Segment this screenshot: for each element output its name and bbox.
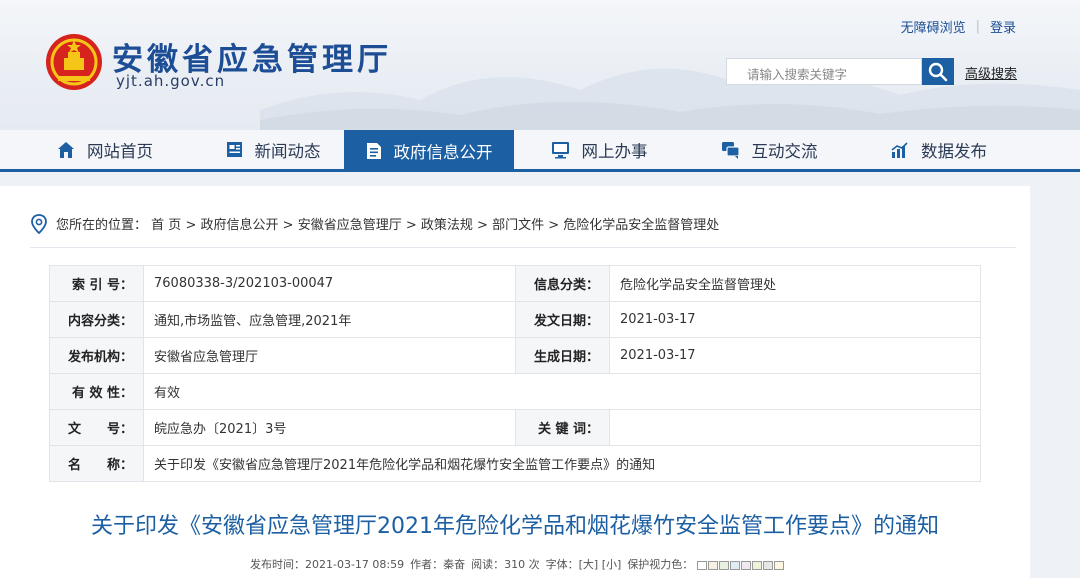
eye-care-swatch[interactable] — [696, 560, 707, 570]
breadcrumb-separator: > — [477, 218, 488, 233]
document-title: 关于印发《安徽省应急管理厅2021年危险化学品和烟花爆竹安全监管工作要点》的通知 — [91, 514, 939, 539]
eye-care-swatch[interactable] — [707, 560, 718, 570]
search-input[interactable]: 请输入搜索关键字 — [726, 58, 922, 85]
nav-item-label: 政府信息公开 — [393, 143, 493, 162]
eye-care-swatch[interactable] — [740, 560, 751, 570]
nav-item-news[interactable]: 新闻动态 — [188, 130, 358, 169]
breadcrumb: 您所在的位置： 首 页 > 政府信息公开 > 安徽省应急管理厅 > 政策法规 >… — [30, 200, 1016, 248]
eye-care-swatch[interactable] — [773, 560, 784, 570]
home-icon — [58, 141, 74, 158]
keywords-value — [609, 409, 981, 446]
font-small-button[interactable]: [小] — [602, 558, 622, 571]
eye-care-swatch[interactable] — [718, 560, 729, 570]
advanced-search-link[interactable]: 高级搜索 — [965, 63, 1017, 82]
nav-item-label: 网站首页 — [87, 141, 153, 161]
eye-care-label: 保护视力色： — [627, 558, 694, 571]
top-links: 无障碍浏览 | 登录 — [901, 17, 1016, 36]
breadcrumb-separator: > — [405, 218, 417, 233]
top-link-separator: | — [975, 19, 980, 34]
breadcrumb-separator: > — [185, 218, 197, 233]
breadcrumb-item-policy[interactable]: 政策法规 — [421, 218, 473, 233]
document-name-value: 关于印发《安徽省应急管理厅2021年危险化学品和烟花爆竹安全监管工作要点》的通知 — [143, 445, 981, 482]
keywords-label: 关 键 词： — [515, 409, 610, 446]
nav-item-online-services[interactable]: 网上办事 — [514, 130, 684, 169]
main-nav: 网站首页 新闻动态 政府信息公开 网上办事 互动交流 数据发布 — [0, 130, 1080, 172]
search-button[interactable] — [922, 58, 954, 85]
main-content: 您所在的位置： 首 页 > 政府信息公开 > 安徽省应急管理厅 > 政策法规 >… — [0, 186, 1030, 578]
author: 作者：秦奋 — [410, 558, 466, 571]
table-row: 索 引 号： 76080338-3/202103-00047 信息分类： 危险化… — [49, 265, 981, 302]
category-label: 信息分类： — [515, 265, 610, 302]
validity-label: 有 效 性： — [49, 373, 144, 410]
table-row: 名 称： 关于印发《安徽省应急管理厅2021年危险化学品和烟花爆竹安全监管工作要… — [49, 445, 981, 482]
breadcrumb-item-department[interactable]: 安徽省应急管理厅 — [298, 218, 402, 233]
index-value: 76080338-3/202103-00047 — [143, 265, 516, 302]
font-large-button[interactable]: [大] — [579, 558, 599, 571]
document-meta-table: 索 引 号： 76080338-3/202103-00047 信息分类： 危险化… — [49, 265, 981, 482]
publisher-label: 发布机构： — [49, 337, 144, 374]
publish-time: 发布时间：2021-03-17 08:59 — [250, 558, 405, 571]
validity-value: 有效 — [143, 373, 981, 410]
breadcrumb-item-gov-info[interactable]: 政府信息公开 — [200, 218, 278, 233]
eye-care-swatch[interactable] — [729, 560, 740, 570]
nav-item-label: 网上办事 — [581, 141, 648, 161]
index-label: 索 引 号： — [49, 265, 144, 302]
content-category-value: 通知,市场监管、应急管理,2021年 — [143, 301, 516, 338]
breadcrumb-separator: > — [282, 218, 294, 233]
document-name-label: 名 称： — [49, 445, 144, 482]
document-icon — [366, 143, 381, 159]
table-row: 发布机构： 安徽省应急管理厅 生成日期： 2021-03-17 — [49, 337, 981, 374]
document-number-value: 皖应急办〔2021〕3号 — [143, 409, 516, 446]
issue-date-value: 2021-03-17 — [609, 301, 981, 338]
category-value: 危险化学品安全监督管理处 — [609, 265, 981, 302]
breadcrumb-item-home[interactable]: 首 页 — [151, 218, 181, 233]
monitor-icon — [551, 141, 569, 158]
nav-item-label: 互动交流 — [751, 141, 818, 161]
nav-item-gov-info[interactable]: 政府信息公开 — [344, 130, 514, 172]
news-icon — [226, 142, 242, 157]
breadcrumb-prefix: 您所在的位置： — [56, 218, 148, 233]
document-info-bar: 发布时间：2021-03-17 08:59 作者：秦奋 阅读：310 次 字体：… — [250, 556, 785, 572]
nav-item-interaction[interactable]: 互动交流 — [684, 130, 854, 169]
eye-care-swatch[interactable] — [751, 560, 762, 570]
breadcrumb-item-dept-docs[interactable]: 部门文件 — [492, 218, 544, 233]
accessibility-link[interactable]: 无障碍浏览 — [901, 17, 966, 36]
table-row: 文 号： 皖应急办〔2021〕3号 关 键 词： — [49, 409, 981, 446]
breadcrumb-item-hazchem[interactable]: 危险化学品安全监督管理处 — [563, 218, 719, 233]
publisher-value: 安徽省应急管理厅 — [143, 337, 516, 374]
nav-item-home[interactable]: 网站首页 — [20, 130, 190, 169]
chat-icon — [721, 141, 740, 159]
national-emblem-icon — [46, 34, 102, 90]
generation-date-label: 生成日期： — [515, 337, 610, 374]
search-icon — [928, 62, 948, 81]
site-domain: yjt.ah.gov.cn — [116, 72, 226, 90]
nav-item-label: 新闻动态 — [254, 141, 321, 161]
font-size-label: 字体： — [545, 558, 579, 571]
breadcrumb-separator: > — [548, 218, 560, 233]
generation-date-value: 2021-03-17 — [609, 337, 981, 374]
content-category-label: 内容分类： — [49, 301, 144, 338]
view-count: 阅读：310 次 — [471, 558, 540, 571]
nav-item-data-release[interactable]: 数据发布 — [854, 130, 1024, 169]
nav-item-label: 数据发布 — [921, 141, 987, 161]
table-row: 有 效 性： 有效 — [49, 373, 981, 410]
eye-care-swatch[interactable] — [762, 560, 773, 570]
login-link[interactable]: 登录 — [990, 17, 1016, 36]
site-header: 安徽省应急管理厅 yjt.ah.gov.cn 无障碍浏览 | 登录 请输入搜索关… — [0, 0, 1080, 130]
table-row: 内容分类： 通知,市场监管、应急管理,2021年 发文日期： 2021-03-1… — [49, 301, 981, 338]
chart-icon — [891, 141, 908, 158]
eye-care-swatches — [696, 558, 785, 571]
location-pin-icon — [31, 213, 47, 234]
issue-date-label: 发文日期： — [515, 301, 610, 338]
document-number-label: 文 号： — [49, 409, 144, 446]
